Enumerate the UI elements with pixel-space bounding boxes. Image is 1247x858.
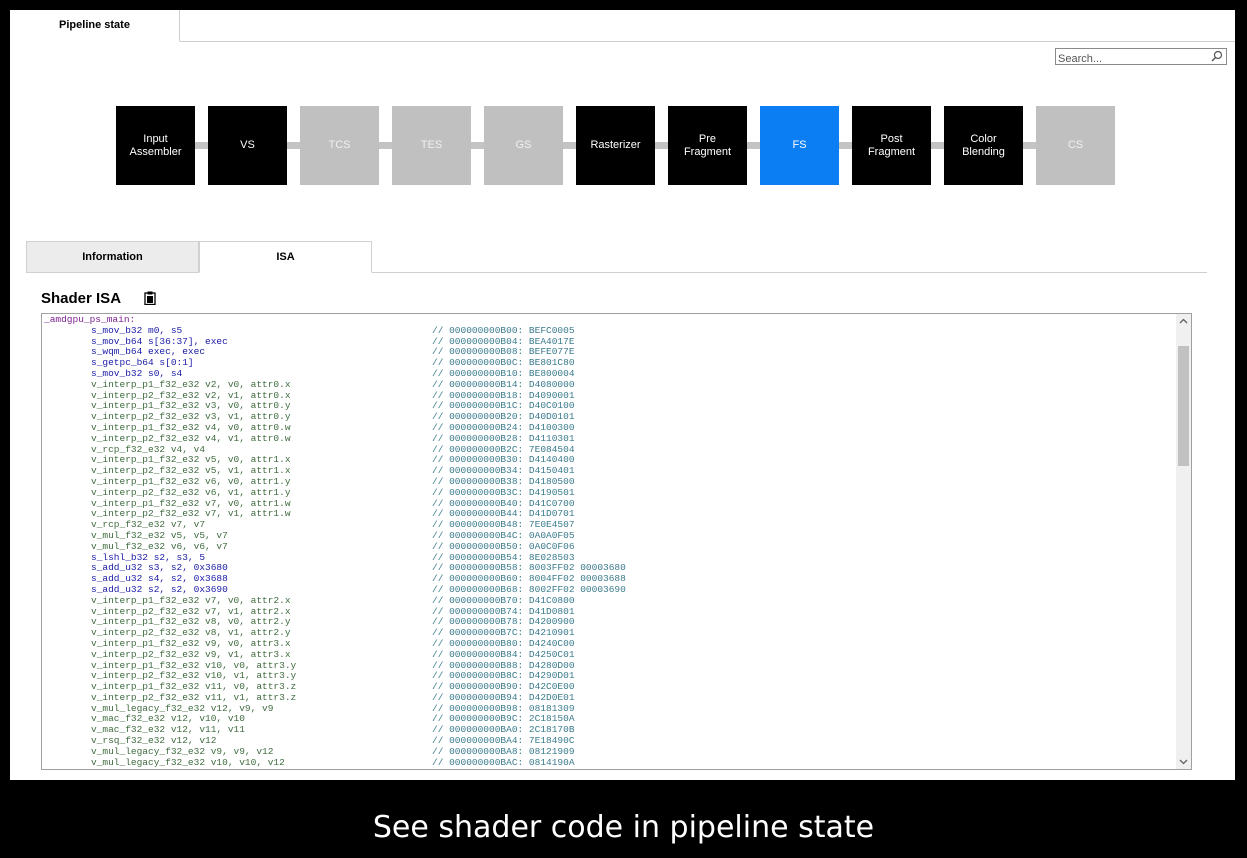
pipeline-stage-tes[interactable]: TES xyxy=(392,106,471,185)
isa-encoding-comment: // 000000000B00: BEFC0005 xyxy=(432,324,575,336)
pipeline-state-window: Pipeline state Input AssemblerVSTCSTESGS… xyxy=(10,10,1235,780)
isa-line: v_interp_p1_f32_e32 v2, v0, attr0.x // 00… xyxy=(44,378,1174,391)
search-box[interactable] xyxy=(1055,48,1227,66)
isa-encoding-comment: // 000000000BAC: 0814190A xyxy=(432,756,575,768)
isa-instruction: v_interp_p2_f32_e32 v4, v1, attr0.w xyxy=(91,432,291,444)
pipeline-stage-gs[interactable]: GS xyxy=(484,106,563,185)
search-input[interactable] xyxy=(1056,52,1208,66)
isa-encoding-comment: // 000000000B70: D41C0800 xyxy=(432,594,575,606)
pipeline-stage-rasterizer[interactable]: Rasterizer xyxy=(576,106,655,185)
pipeline-stage-pre-fragment[interactable]: Pre Fragment xyxy=(668,106,747,185)
isa-instruction: v_interp_p2_f32_e32 v9, v1, attr3.x xyxy=(91,648,291,660)
view-tab-bar: Information ISA xyxy=(26,241,1207,273)
isa-instruction: v_interp_p1_f32_e32 v2, v0, attr0.x xyxy=(91,378,291,390)
isa-line: s_wqm_b64 exec, exec// 000000000B08: BEF… xyxy=(44,347,1174,358)
isa-encoding-comment: // 000000000B28: D4110301 xyxy=(432,432,575,444)
isa-instruction: v_mul_f32_e32 v6, v6, v7 xyxy=(91,540,228,552)
clipboard-icon[interactable] xyxy=(144,291,156,305)
pipeline-stage-input-assembler[interactable]: Input Assembler xyxy=(116,106,195,185)
isa-instruction: v_mul_legacy_f32_e32 v10, v10, v12 xyxy=(91,756,285,768)
scrollbar-thumb[interactable] xyxy=(1178,346,1189,466)
isa-line: v_interp_p2_f32_e32 v4, v1, attr0.w // 00… xyxy=(44,432,1174,445)
isa-line: v_mul_f32_e32 v6, v6, v7 // 000000000B50:… xyxy=(44,540,1174,553)
isa-encoding-comment: // 000000000B84: D4250C01 xyxy=(432,648,575,660)
caption-text: See shader code in pipeline state xyxy=(372,810,875,845)
search-icon[interactable] xyxy=(1211,50,1223,62)
isa-encoding-comment: // 000000000B3C: D4190501 xyxy=(432,486,575,498)
isa-line: v_interp_p2_f32_e32 v7, v1, attr1.w// 00… xyxy=(44,509,1174,520)
isa-line: _amdgpu_ps_main: xyxy=(44,314,1174,326)
tab-isa[interactable]: ISA xyxy=(199,241,372,273)
isa-encoding-comment: // 000000000B14: D4080000 xyxy=(432,378,575,390)
isa-line: v_interp_p1_f32_e32 v7, v0, attr2.x // 00… xyxy=(44,594,1174,607)
pipeline-stage-post-fragment[interactable]: Post Fragment xyxy=(852,106,931,185)
isa-instruction: v_interp_p2_f32_e32 v6, v1, attr1.y xyxy=(91,486,291,498)
pipeline-stage-tcs[interactable]: TCS xyxy=(300,106,379,185)
isa-line: v_interp_p2_f32_e32 v6, v1, attr1.y // 00… xyxy=(44,486,1174,499)
isa-encoding-comment: // 000000000B50: 0A0C0F06 xyxy=(432,540,575,552)
isa-line: s_getpc_b64 s[0:1]// 000000000B0C: BE801… xyxy=(44,357,1174,369)
top-tab-bar: Pipeline state xyxy=(10,10,1235,42)
vertical-scrollbar[interactable] xyxy=(1176,314,1191,769)
isa-instruction: v_interp_p1_f32_e32 v7, v0, attr2.x xyxy=(91,594,291,606)
tab-pipeline-state[interactable]: Pipeline state xyxy=(10,10,180,42)
pipeline-stage-cs[interactable]: CS xyxy=(1036,106,1115,185)
pipeline-diagram: Input Assembler VS TCS TES GS Rasterizer Pre F… xyxy=(116,106,1116,186)
shader-isa-title: Shader ISA xyxy=(41,290,122,307)
isa-line: s_mov_b64 s[36:37], exec// 000000000B04:… xyxy=(44,336,1174,348)
isa-instruction: s_mov_b32 m0, s5 xyxy=(91,324,183,336)
pipeline-stage-color-blending[interactable]: Color Blending xyxy=(944,106,1023,185)
isa-line: s_mov_b32 m0, s5 // 000000000B00: BEFC000… xyxy=(44,324,1174,337)
isa-line: v_interp_p2_f32_e32 v9, v1, attr3.x // 00… xyxy=(44,648,1174,661)
pipeline-stage-fs[interactable]: FS xyxy=(760,106,839,185)
isa-line: v_mul_legacy_f32_e32 v10, v10, v12 // 000… xyxy=(44,756,1174,769)
scroll-down-icon[interactable] xyxy=(1176,754,1191,769)
isa-code-lines: _amdgpu_ps_main: s_mov_b32 m0, s5 // 00000… xyxy=(44,314,1174,769)
isa-code-view[interactable]: _amdgpu_ps_main: s_mov_b32 m0, s5 // 00000… xyxy=(41,313,1192,770)
tab-information[interactable]: Information xyxy=(26,241,199,272)
pipeline-stage-vs[interactable]: VS xyxy=(208,106,287,185)
scroll-up-icon[interactable] xyxy=(1176,314,1191,329)
